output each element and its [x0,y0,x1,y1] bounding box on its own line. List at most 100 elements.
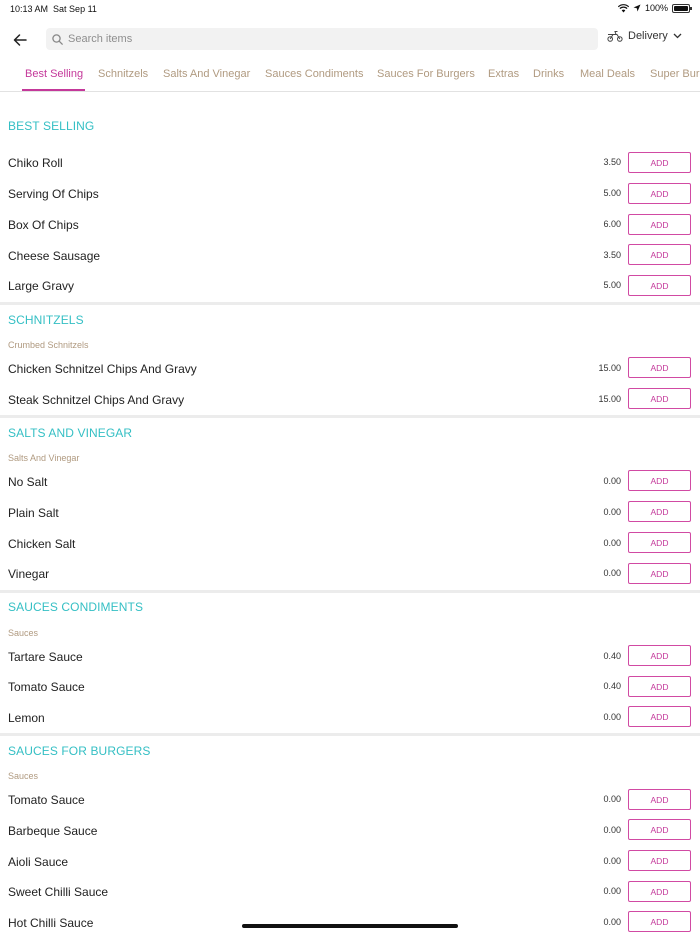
item-price: 0.00 [603,886,621,896]
section-title: SAUCES CONDIMENTS [8,600,144,614]
tab-drinks[interactable]: Drinks [533,68,564,80]
section-divider [0,733,700,736]
add-button[interactable]: ADD [628,881,691,902]
status-bar: 10:13 AM Sat Sep 11 100% [0,0,700,18]
status-date: Sat Sep 11 [53,4,97,14]
tab-extras[interactable]: Extras [488,68,519,80]
search-box[interactable] [46,28,598,50]
item-price: 3.50 [603,250,621,260]
scooter-icon [607,31,623,42]
section-subtitle: Salts And Vinegar [8,453,80,463]
add-button[interactable]: ADD [628,244,691,265]
tab-best-selling[interactable]: Best Selling [25,68,83,80]
add-button[interactable]: ADD [628,645,691,666]
add-button[interactable]: ADD [628,275,691,296]
item-name: Plain Salt [8,506,59,520]
item-name: Tomato Sauce [8,680,85,694]
tab-salts-and-vinegar[interactable]: Salts And Vinegar [163,68,250,80]
item-name: Sweet Chilli Sauce [8,885,109,899]
item-price: 15.00 [598,394,621,404]
chevron-down-icon [673,33,682,39]
item-price: 0.00 [603,568,621,578]
item-name: Cheese Sausage [8,249,101,263]
section-divider [0,302,700,305]
item-name: No Salt [8,475,48,489]
search-icon [52,33,63,45]
status-indicators: 100% [617,3,692,13]
item-price: 0.00 [603,712,621,722]
item-price: 5.00 [603,188,621,198]
add-button[interactable]: ADD [628,501,691,522]
section-divider [0,590,700,593]
add-button[interactable]: ADD [628,911,691,932]
tab-sauces-for-burgers[interactable]: Sauces For Burgers [377,68,475,80]
item-name: Box Of Chips [8,218,79,232]
item-price: 0.40 [603,651,621,661]
section-title: SALTS AND VINEGAR [8,426,133,440]
section-divider [0,415,700,418]
add-button[interactable]: ADD [628,850,691,871]
item-name: Steak Schnitzel Chips And Gravy [8,393,185,407]
item-name: Chicken Salt [8,537,76,551]
tab-schnitzels[interactable]: Schnitzels [98,68,148,80]
add-button[interactable]: ADD [628,470,691,491]
battery-icon [672,3,692,13]
section-title: SAUCES FOR BURGERS [8,744,151,758]
section-subtitle: Crumbed Schnitzels [8,340,89,350]
add-button[interactable]: ADD [628,532,691,553]
battery-percent: 100% [644,3,668,13]
active-tab-indicator [22,89,85,91]
add-button[interactable]: ADD [628,388,691,409]
item-price: 5.00 [603,280,621,290]
top-bar: Delivery [0,26,700,54]
item-name: Hot Chilli Sauce [8,916,94,930]
item-price: 0.00 [603,538,621,548]
delivery-label: Delivery [628,30,668,42]
category-tabs: Best Selling Schnitzels Salts And Vinega… [0,60,700,92]
item-price: 0.40 [603,681,621,691]
item-price: 15.00 [598,363,621,373]
section-title: SCHNITZELS [8,313,84,327]
section-subtitle: Sauces [8,628,39,638]
add-button[interactable]: ADD [628,789,691,810]
item-name: Barbeque Sauce [8,824,98,838]
item-name: Large Gravy [8,279,75,293]
item-price: 3.50 [603,157,621,167]
item-name: Lemon [8,711,45,725]
add-button[interactable]: ADD [628,214,691,235]
back-button[interactable] [10,30,30,50]
item-name: Tomato Sauce [8,793,85,807]
item-price: 0.00 [603,476,621,486]
add-button[interactable]: ADD [628,819,691,840]
item-name: Chicken Schnitzel Chips And Gravy [8,362,197,376]
back-arrow-icon [13,34,27,46]
item-price: 0.00 [603,856,621,866]
tab-sauces-condiments[interactable]: Sauces Condiments [265,68,363,80]
add-button[interactable]: ADD [628,676,691,697]
item-price: 0.00 [603,507,621,517]
section-title: BEST SELLING [8,119,95,133]
add-button[interactable]: ADD [628,706,691,727]
delivery-selector[interactable]: Delivery [607,30,682,42]
location-arrow-icon [633,4,641,12]
item-name: Chiko Roll [8,156,63,170]
add-button[interactable]: ADD [628,152,691,173]
item-price: 0.00 [603,825,621,835]
add-button[interactable]: ADD [628,563,691,584]
item-name: Vinegar [8,567,50,581]
item-name: Tartare Sauce [8,650,83,664]
section-subtitle: Sauces [8,771,39,781]
wifi-icon [617,3,629,12]
search-input[interactable] [68,33,588,45]
item-name: Serving Of Chips [8,187,99,201]
add-button[interactable]: ADD [628,183,691,204]
tab-super-burgers[interactable]: Super Burg [650,68,700,80]
item-price: 0.00 [603,794,621,804]
item-price: 6.00 [603,219,621,229]
tab-meal-deals[interactable]: Meal Deals [580,68,635,80]
add-button[interactable]: ADD [628,357,691,378]
status-clock: 10:13 AM [10,4,49,14]
home-indicator [242,924,458,928]
item-name: Aioli Sauce [8,855,69,869]
item-price: 0.00 [603,917,621,927]
